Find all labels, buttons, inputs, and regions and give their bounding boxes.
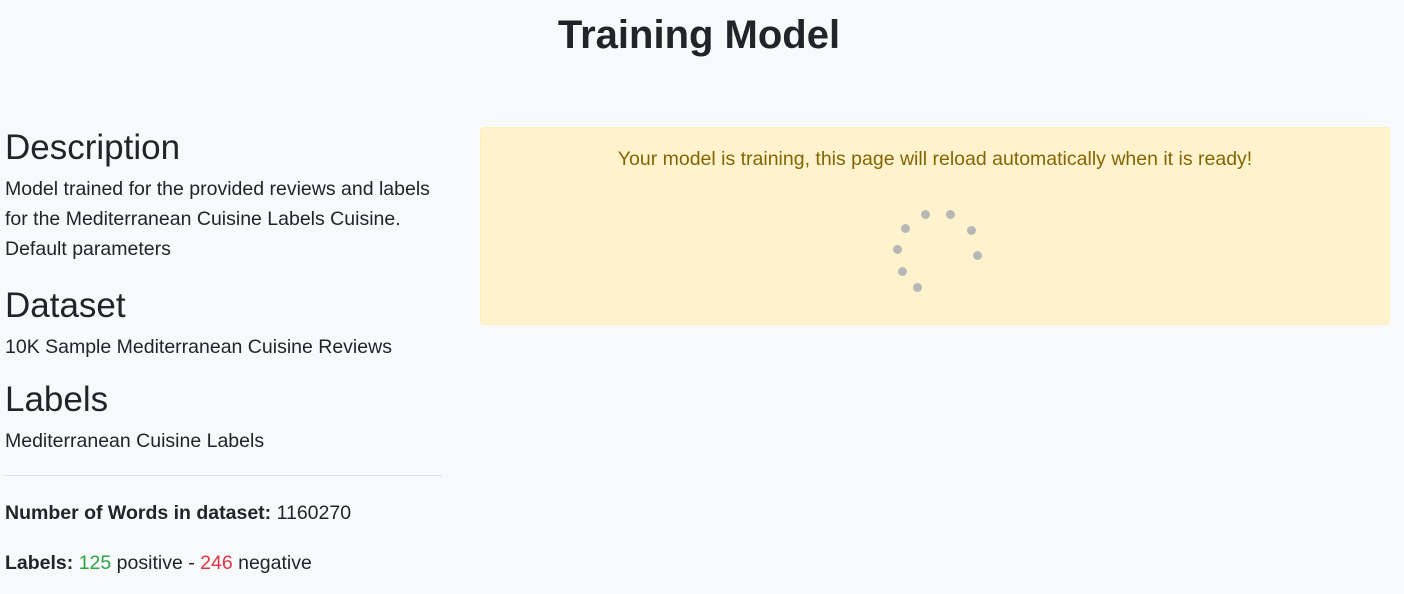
spinner-dot xyxy=(893,245,902,254)
word-count-stat: Number of Words in dataset: 1160270 xyxy=(5,500,442,526)
labels-separator: - xyxy=(188,552,195,574)
spinner-dot xyxy=(967,226,976,235)
spinner-dot xyxy=(973,251,982,260)
labels-count-stat: Labels: 125 positive - 246 negative xyxy=(5,550,442,576)
labels-count-label: Labels: xyxy=(5,552,74,574)
positive-text: positive xyxy=(116,552,183,574)
loading-spinner-icon xyxy=(891,210,982,292)
spinner-dot xyxy=(921,210,930,219)
divider xyxy=(5,475,442,476)
spinner-dot xyxy=(898,267,907,276)
dataset-heading: Dataset xyxy=(5,286,126,325)
word-count-value: 1160270 xyxy=(276,502,352,524)
training-alert: Your model is training, this page will r… xyxy=(480,127,1390,325)
negative-text: negative xyxy=(238,552,312,574)
labels-heading: Labels xyxy=(5,380,109,419)
page: Training Model Description Model trained… xyxy=(0,0,1404,594)
spinner-dot xyxy=(913,283,922,292)
description-text: Model trained for the provided reviews a… xyxy=(5,178,430,260)
word-count-label: Number of Words in dataset: xyxy=(5,502,272,524)
description-heading: Description xyxy=(5,128,181,167)
negative-count: 246 xyxy=(200,552,233,574)
spinner-dot xyxy=(946,210,955,219)
labels-name: Mediterranean Cuisine Labels xyxy=(5,430,265,452)
page-title: Training Model xyxy=(557,13,841,57)
spinner-dot xyxy=(901,224,910,233)
dataset-name: 10K Sample Mediterranean Cuisine Reviews xyxy=(5,336,392,358)
model-info-panel: Description Model trained for the provid… xyxy=(5,126,442,594)
training-message: Your model is training, this page will r… xyxy=(617,148,1253,170)
positive-count: 125 xyxy=(78,552,112,574)
